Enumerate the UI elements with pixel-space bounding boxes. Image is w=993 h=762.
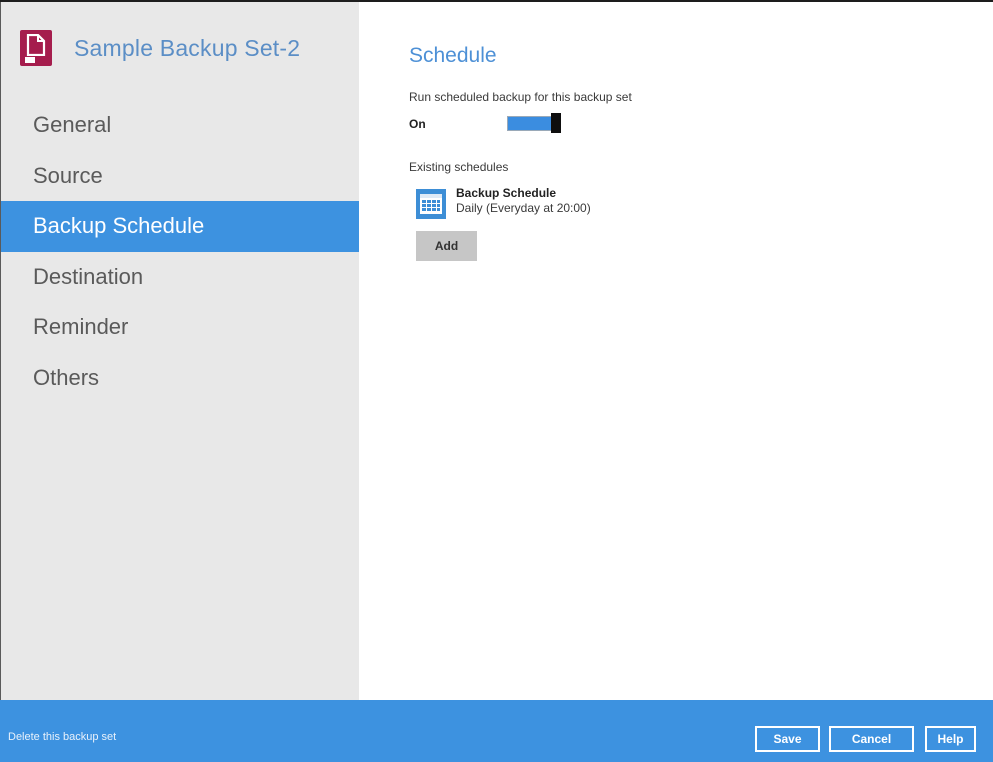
run-scheduled-toggle[interactable] (507, 113, 563, 133)
backup-set-title: Sample Backup Set-2 (74, 34, 301, 61)
main-panel: Schedule Run scheduled backup for this b… (358, 2, 993, 700)
save-button[interactable]: Save (755, 726, 820, 752)
add-schedule-button[interactable]: Add (416, 231, 477, 261)
footer-bar: Delete this backup set Save Cancel Help (0, 700, 993, 762)
sidebar-item-backup-schedule[interactable]: Backup Schedule (1, 201, 359, 252)
schedule-list-item[interactable]: Backup Schedule Daily (Everyday at 20:00… (416, 186, 591, 219)
settings-nav: General Source Backup Schedule Destinati… (1, 100, 359, 403)
backup-set-header: Sample Backup Set-2 (20, 30, 300, 66)
sidebar-item-general[interactable]: General (1, 100, 359, 151)
sidebar-item-source[interactable]: Source (1, 151, 359, 202)
file-backup-set-icon (20, 30, 52, 66)
schedule-description: Daily (Everyday at 20:00) (456, 201, 591, 215)
run-scheduled-label: Run scheduled backup for this backup set (409, 90, 632, 104)
toggle-state-label: On (409, 117, 426, 131)
sidebar-item-others[interactable]: Others (1, 353, 359, 404)
page-title: Schedule (409, 44, 497, 67)
calendar-icon (416, 189, 446, 219)
delete-backup-set-link[interactable]: Delete this backup set (8, 731, 116, 743)
schedule-text: Backup Schedule Daily (Everyday at 20:00… (456, 186, 591, 219)
existing-schedules-label: Existing schedules (409, 160, 509, 174)
sidebar-item-reminder[interactable]: Reminder (1, 302, 359, 353)
toggle-track (507, 116, 555, 131)
sidebar-item-destination[interactable]: Destination (1, 252, 359, 303)
file-label-mark (25, 57, 35, 63)
help-button[interactable]: Help (925, 726, 976, 752)
schedule-name: Backup Schedule (456, 186, 557, 200)
toggle-knob[interactable] (551, 113, 561, 133)
sidebar: Sample Backup Set-2 General Source Backu… (0, 2, 359, 700)
cancel-button[interactable]: Cancel (829, 726, 914, 752)
